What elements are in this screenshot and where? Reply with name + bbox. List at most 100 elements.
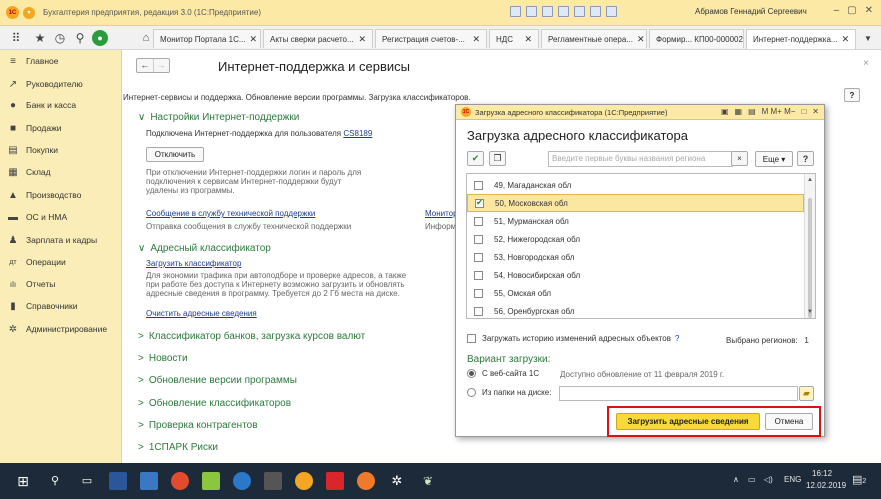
sidebar-item-assets[interactable]: ▬ ОС и НМА: [0, 207, 122, 227]
group-address[interactable]: ∨ Адресный классификатор: [138, 243, 271, 254]
sidebar-item-warehouse[interactable]: ▦ Склад: [0, 162, 122, 182]
history-clock-icon[interactable]: ◷: [50, 30, 70, 46]
sidebar-item-admin[interactable]: ✲ Администрирование: [0, 319, 122, 339]
explorer-icon[interactable]: [140, 472, 158, 490]
1c-icon[interactable]: [295, 472, 313, 490]
list-scrollbar[interactable]: ▲ ▼: [804, 174, 815, 318]
group-classifiers[interactable]: > Обновление классификаторов: [138, 398, 291, 409]
folder-path-input[interactable]: [559, 386, 798, 401]
sidebar-item-bank[interactable]: ● Банк и касса: [0, 95, 122, 115]
list-item-selected[interactable]: ✔ 50, Московская обл: [467, 194, 804, 212]
favorites-icon[interactable]: [558, 6, 569, 17]
back-button[interactable]: ←: [137, 59, 153, 72]
region-checkbox[interactable]: [474, 216, 483, 226]
list-item[interactable]: 52, Нижегородская обл: [467, 230, 804, 248]
list-item[interactable]: 55, Омская обл: [467, 284, 804, 302]
tabs-list-chevron-icon[interactable]: ▼: [858, 30, 878, 46]
help-button[interactable]: ?: [844, 88, 860, 102]
notifications-icon[interactable]: ●: [92, 30, 108, 46]
main-menu-icon[interactable]: ▾: [23, 6, 35, 19]
maximize-button[interactable]: ▢: [847, 5, 856, 16]
region-checkbox-checked[interactable]: ✔: [475, 198, 484, 208]
load-address-button[interactable]: Загрузить адресные сведения: [616, 413, 760, 430]
more-button[interactable]: Еще ▾: [755, 151, 793, 167]
region-checkbox[interactable]: [474, 180, 483, 190]
history-help-icon[interactable]: ?: [675, 334, 679, 343]
close-button[interactable]: ✕: [865, 5, 873, 16]
option-web[interactable]: С веб-сайта 1С: [467, 369, 539, 378]
calculator-icon[interactable]: [606, 6, 617, 17]
group-news[interactable]: > Новости: [138, 353, 188, 364]
language-indicator[interactable]: ENG: [784, 475, 801, 484]
list-item[interactable]: 49, Магаданская обл: [467, 176, 804, 194]
memory-buttons[interactable]: M M+ M−: [762, 107, 796, 116]
calendar-icon[interactable]: ▤: [748, 107, 756, 116]
radio-selected[interactable]: [467, 369, 476, 378]
sidebar-item-purchases[interactable]: ▤ Покупки: [0, 140, 122, 160]
volume-icon[interactable]: ◁): [764, 475, 773, 484]
settings-gear-icon[interactable]: ✲: [388, 472, 406, 490]
teamviewer-icon[interactable]: [233, 472, 251, 490]
favorites-icon[interactable]: ▣: [721, 107, 729, 116]
sidebar-item-catalogs[interactable]: ▮ Справочники: [0, 296, 122, 316]
close-tab-icon[interactable]: ✕: [246, 34, 258, 45]
load-classifier-link[interactable]: Загрузить классификатор: [146, 259, 241, 268]
dialog-help-button[interactable]: ?: [797, 151, 814, 166]
calendar-icon[interactable]: [590, 6, 601, 17]
favorites-star-icon[interactable]: ★: [30, 30, 50, 46]
network-icon[interactable]: ▭: [748, 475, 756, 484]
table-icon[interactable]: ▦: [735, 107, 743, 116]
disconnect-button[interactable]: Отключить: [146, 147, 204, 162]
sidebar-item-manager[interactable]: ↗ Руководителю: [0, 74, 122, 94]
history-icon[interactable]: [574, 6, 585, 17]
notification-center-icon[interactable]: ▤2: [852, 473, 866, 486]
region-checkbox[interactable]: [474, 270, 483, 280]
tab-form[interactable]: Формир... КП00-000002✕: [649, 29, 744, 48]
app-orange-icon[interactable]: [357, 472, 375, 490]
search-icon[interactable]: ⚲: [46, 472, 64, 490]
check-all-icon[interactable]: ✔: [467, 151, 484, 166]
close-tab-icon[interactable]: ✕: [838, 34, 850, 45]
history-option[interactable]: Загружать историю изменений адресных объ…: [467, 334, 679, 343]
group-update[interactable]: > Обновление версии программы: [138, 375, 297, 386]
task-view-icon[interactable]: ▭: [78, 472, 96, 490]
close-tab-icon[interactable]: ✕: [520, 34, 532, 45]
close-tab-icon[interactable]: ✕: [743, 34, 744, 45]
chrome-icon[interactable]: [171, 472, 189, 490]
clear-search-icon[interactable]: ×: [731, 151, 748, 166]
tray-chevron-icon[interactable]: ∧: [733, 475, 739, 484]
region-checkbox[interactable]: [474, 252, 483, 262]
clock-date[interactable]: 12.02.2019: [806, 481, 846, 490]
tab-reglament[interactable]: Регламентные опера... ✕: [541, 29, 647, 48]
cancel-button[interactable]: Отмена: [765, 413, 813, 430]
option-disk[interactable]: Из папки на диске:: [467, 388, 551, 397]
sidebar-item-production[interactable]: ▲ Производство: [0, 185, 122, 205]
app-leaf-icon[interactable]: ❦: [419, 472, 437, 490]
clear-address-link[interactable]: Очистить адресные сведения: [146, 309, 257, 318]
app-green-icon[interactable]: [202, 472, 220, 490]
scroll-down-icon[interactable]: ▼: [807, 309, 813, 315]
list-item[interactable]: 53, Новгородская обл: [467, 248, 804, 266]
region-search-input[interactable]: Введите первые буквы названия региона: [548, 151, 733, 167]
scroll-up-icon[interactable]: ▲: [807, 177, 813, 183]
list-item[interactable]: 51, Мурманская обл: [467, 212, 804, 230]
radio-unselected[interactable]: [467, 388, 476, 397]
group-counterparties[interactable]: > Проверка контрагентов: [138, 420, 258, 431]
close-tab-icon[interactable]: ✕: [468, 34, 480, 45]
minimize-button[interactable]: –: [834, 5, 840, 16]
list-item[interactable]: 54, Новосибирская обл: [467, 266, 804, 284]
close-tab-icon[interactable]: ✕: [633, 34, 645, 45]
tab-vat[interactable]: НДС ✕: [489, 29, 539, 48]
user-link[interactable]: CS8189: [343, 129, 372, 138]
restore-icon[interactable]: □: [801, 107, 806, 116]
windows-start-icon[interactable]: ⊞: [14, 472, 32, 490]
sidebar-item-sales[interactable]: ■ Продажи: [0, 118, 122, 138]
group-settings[interactable]: ∨ Настройки Интернет-поддержки: [138, 112, 299, 123]
region-checkbox[interactable]: [474, 288, 483, 298]
sidebar-item-reports[interactable]: ılı Отчеты: [0, 274, 122, 294]
tab-internet-support[interactable]: Интернет-поддержка... ✕: [746, 29, 856, 49]
forward-button[interactable]: →: [152, 59, 170, 72]
close-page-icon[interactable]: ×: [863, 58, 869, 69]
folder-open-icon[interactable]: ▰: [799, 386, 814, 401]
app-gray-icon[interactable]: [264, 472, 282, 490]
